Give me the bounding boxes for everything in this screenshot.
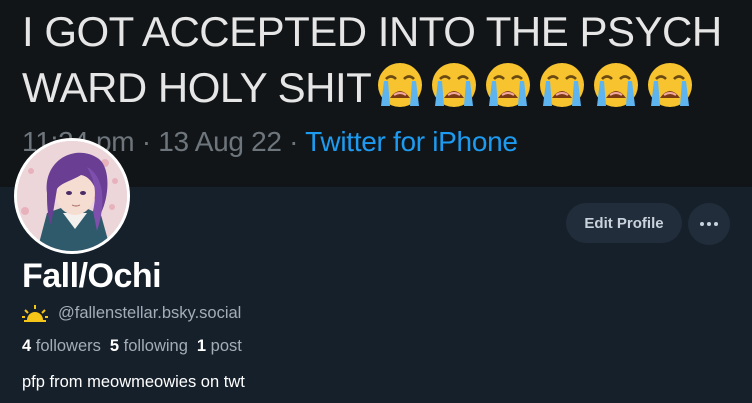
- ellipsis-icon: [707, 222, 711, 226]
- loudly-crying-face-icon: [540, 63, 585, 107]
- loudly-crying-face-icon: [486, 63, 531, 107]
- banner-tweet-text: I GOT ACCEPTED INTO THE PSYCH WARD HOLY …: [22, 4, 742, 116]
- posts-count: 1: [196, 337, 207, 355]
- loudly-crying-face-icon: [594, 63, 639, 107]
- display-name: Fall/Ochi: [22, 257, 162, 295]
- ellipsis-icon: [700, 222, 704, 226]
- followers-label: followers: [35, 337, 101, 355]
- loudly-crying-face-icon: [648, 63, 693, 107]
- sun-icon: [22, 305, 48, 322]
- bio: pfp from meowmeowies on twt: [22, 373, 245, 391]
- handle: @fallenstellar.bsky.social: [58, 303, 242, 322]
- following-link[interactable]: 5 following: [110, 337, 188, 355]
- followers-count: 4: [22, 337, 32, 355]
- followers-link[interactable]: 4 followers: [22, 337, 101, 355]
- more-options-button[interactable]: [688, 203, 730, 245]
- avatar[interactable]: [14, 138, 130, 254]
- posts-stat: 1 post: [197, 337, 242, 355]
- avatar-image: [17, 141, 127, 251]
- following-label: following: [123, 337, 188, 355]
- banner-emoji-row: [371, 63, 695, 111]
- profile-page: I GOT ACCEPTED INTO THE PSYCH WARD HOLY …: [0, 0, 752, 403]
- banner-source: Twitter for iPhone: [305, 126, 518, 157]
- ellipsis-icon: [714, 222, 718, 226]
- loudly-crying-face-icon: [378, 63, 423, 107]
- edit-profile-button[interactable]: Edit Profile: [566, 203, 682, 243]
- following-count: 5: [109, 337, 120, 355]
- loudly-crying-face-icon: [432, 63, 477, 107]
- profile-stats: 4 followers 5 following 1 post: [22, 337, 242, 356]
- posts-label: post: [210, 337, 242, 355]
- handle-row: @fallenstellar.bsky.social: [22, 303, 241, 323]
